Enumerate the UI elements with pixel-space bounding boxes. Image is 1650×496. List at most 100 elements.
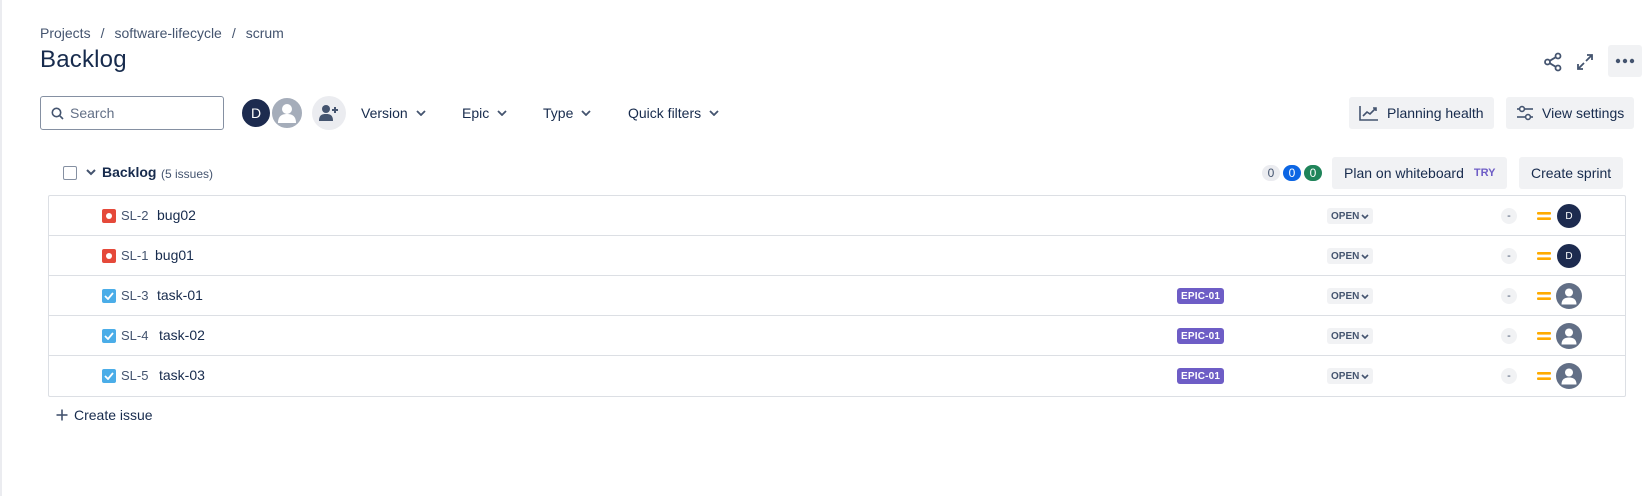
trend-chart-icon <box>1359 106 1378 121</box>
status-label: OPEN <box>1331 290 1360 302</box>
issue-row[interactable]: SL-2 bug02 OPEN - D <box>49 196 1625 236</box>
version-filter-label: Version <box>361 105 408 121</box>
issue-summary[interactable]: bug01 <box>155 247 194 263</box>
breadcrumb-board[interactable]: scrum <box>246 25 284 41</box>
priority-medium-icon <box>1537 332 1551 340</box>
unassigned-avatar[interactable] <box>1556 323 1582 349</box>
search-icon <box>51 107 64 120</box>
status-dropdown[interactable]: OPEN <box>1327 288 1374 304</box>
quick-filters-label: Quick filters <box>628 105 702 121</box>
settings-sliders-icon <box>1517 105 1533 121</box>
epic-filter-dropdown[interactable]: Epic <box>462 101 507 125</box>
default-user-icon <box>1561 328 1577 345</box>
priority-medium-icon <box>1537 292 1551 300</box>
issue-row[interactable]: SL-1 bug01 OPEN - D <box>49 236 1625 276</box>
status-dropdown[interactable]: OPEN <box>1327 208 1374 224</box>
more-actions-button[interactable] <box>1608 45 1642 77</box>
view-settings-label: View settings <box>1542 105 1625 121</box>
issue-summary[interactable]: task-02 <box>159 327 205 343</box>
status-label: OPEN <box>1331 250 1360 262</box>
default-user-icon <box>1561 288 1577 305</box>
epic-filter-label: Epic <box>462 105 490 121</box>
priority-medium-icon <box>1537 252 1551 260</box>
task-type-icon <box>102 369 116 383</box>
plus-icon <box>56 409 68 421</box>
version-filter-dropdown[interactable]: Version <box>361 101 426 125</box>
status-dropdown[interactable]: OPEN <box>1327 328 1374 344</box>
breadcrumb: Projects / software-lifecycle / scrum <box>40 25 284 41</box>
issue-summary[interactable]: task-03 <box>159 367 205 383</box>
search-field[interactable] <box>40 96 224 130</box>
issue-key[interactable]: SL-4 <box>121 328 148 343</box>
assignee-avatar[interactable]: D <box>1557 244 1581 268</box>
issue-key[interactable]: SL-3 <box>121 288 148 303</box>
create-sprint-button[interactable]: Create sprint <box>1519 157 1624 189</box>
chevron-down-icon <box>581 110 591 116</box>
add-people-icon <box>319 105 338 121</box>
story-points-estimate[interactable]: - <box>1501 208 1517 224</box>
backlog-select-all-checkbox[interactable] <box>63 166 77 180</box>
chevron-down-icon <box>497 110 507 116</box>
plan-on-whiteboard-label: Plan on whiteboard <box>1344 165 1464 181</box>
backlog-title[interactable]: Backlog <box>102 164 156 180</box>
task-type-icon <box>102 289 116 303</box>
more-icon <box>1615 58 1635 64</box>
breadcrumb-separator: / <box>100 25 105 41</box>
story-points-estimate[interactable]: - <box>1501 288 1517 304</box>
add-people-button[interactable] <box>312 96 346 130</box>
status-dropdown[interactable]: OPEN <box>1327 368 1374 384</box>
issue-key[interactable]: SL-1 <box>121 248 148 263</box>
story-points-estimate[interactable]: - <box>1501 328 1517 344</box>
unassigned-avatar[interactable] <box>1556 363 1582 389</box>
backlog-issue-count: (5 issues) <box>161 167 214 181</box>
avatar-filter-d[interactable]: D <box>240 97 272 129</box>
type-filter-dropdown[interactable]: Type <box>543 101 591 125</box>
share-button[interactable] <box>1538 47 1568 77</box>
epic-lozenge[interactable]: EPIC-01 <box>1177 288 1225 304</box>
default-user-icon <box>1561 368 1577 385</box>
quick-filters-dropdown[interactable]: Quick filters <box>628 101 719 125</box>
status-label: OPEN <box>1331 210 1360 222</box>
backlog-issue-list: SL-2 bug02 OPEN - D SL-1 bug01 OPEN - D … <box>48 195 1626 397</box>
chevron-down-icon <box>1361 293 1369 299</box>
checkmark-icon <box>104 332 114 340</box>
epic-lozenge[interactable]: EPIC-01 <box>1177 368 1225 384</box>
plan-on-whiteboard-button[interactable]: Plan on whiteboard TRY <box>1332 157 1508 189</box>
fullscreen-icon <box>1577 54 1593 70</box>
breadcrumb-separator: / <box>231 25 236 41</box>
chevron-down-icon <box>1361 333 1369 339</box>
done-count-badge: 0 <box>1304 165 1322 181</box>
chevron-down-icon <box>1361 253 1369 259</box>
issue-row[interactable]: SL-4 task-02 EPIC-01 OPEN - <box>49 316 1625 356</box>
story-points-estimate[interactable]: - <box>1501 248 1517 264</box>
chevron-down-icon <box>709 110 719 116</box>
avatar-filter-default[interactable] <box>270 96 304 130</box>
breadcrumb-project[interactable]: software-lifecycle <box>114 25 221 41</box>
issue-row[interactable]: SL-3 task-01 EPIC-01 OPEN - <box>49 276 1625 316</box>
task-type-icon <box>102 329 116 343</box>
unassigned-avatar[interactable] <box>1556 283 1582 309</box>
chevron-down-icon <box>1361 213 1369 219</box>
create-sprint-label: Create sprint <box>1531 165 1612 181</box>
todo-count-badge: 0 <box>1262 165 1280 181</box>
left-edge-divider <box>0 0 2 496</box>
view-settings-button[interactable]: View settings <box>1506 97 1635 129</box>
create-issue-button[interactable]: Create issue <box>56 407 153 423</box>
search-input[interactable] <box>70 105 210 121</box>
issue-key[interactable]: SL-2 <box>121 208 148 223</box>
issue-row[interactable]: SL-5 task-03 EPIC-01 OPEN - <box>49 356 1625 396</box>
status-dropdown[interactable]: OPEN <box>1327 248 1374 264</box>
default-user-icon <box>278 104 296 123</box>
assignee-avatar[interactable]: D <box>1557 204 1581 228</box>
issue-summary[interactable]: bug02 <box>157 207 196 223</box>
page-title: Backlog <box>40 46 127 73</box>
issue-summary[interactable]: task-01 <box>157 287 203 303</box>
chevron-down-icon[interactable] <box>85 166 97 178</box>
issue-key[interactable]: SL-5 <box>121 368 148 383</box>
fullscreen-button[interactable] <box>1570 47 1600 77</box>
planning-health-button[interactable]: Planning health <box>1349 97 1494 129</box>
story-points-estimate[interactable]: - <box>1501 368 1517 384</box>
breadcrumb-projects[interactable]: Projects <box>40 25 91 41</box>
bug-type-icon <box>102 249 116 263</box>
epic-lozenge[interactable]: EPIC-01 <box>1177 328 1225 344</box>
